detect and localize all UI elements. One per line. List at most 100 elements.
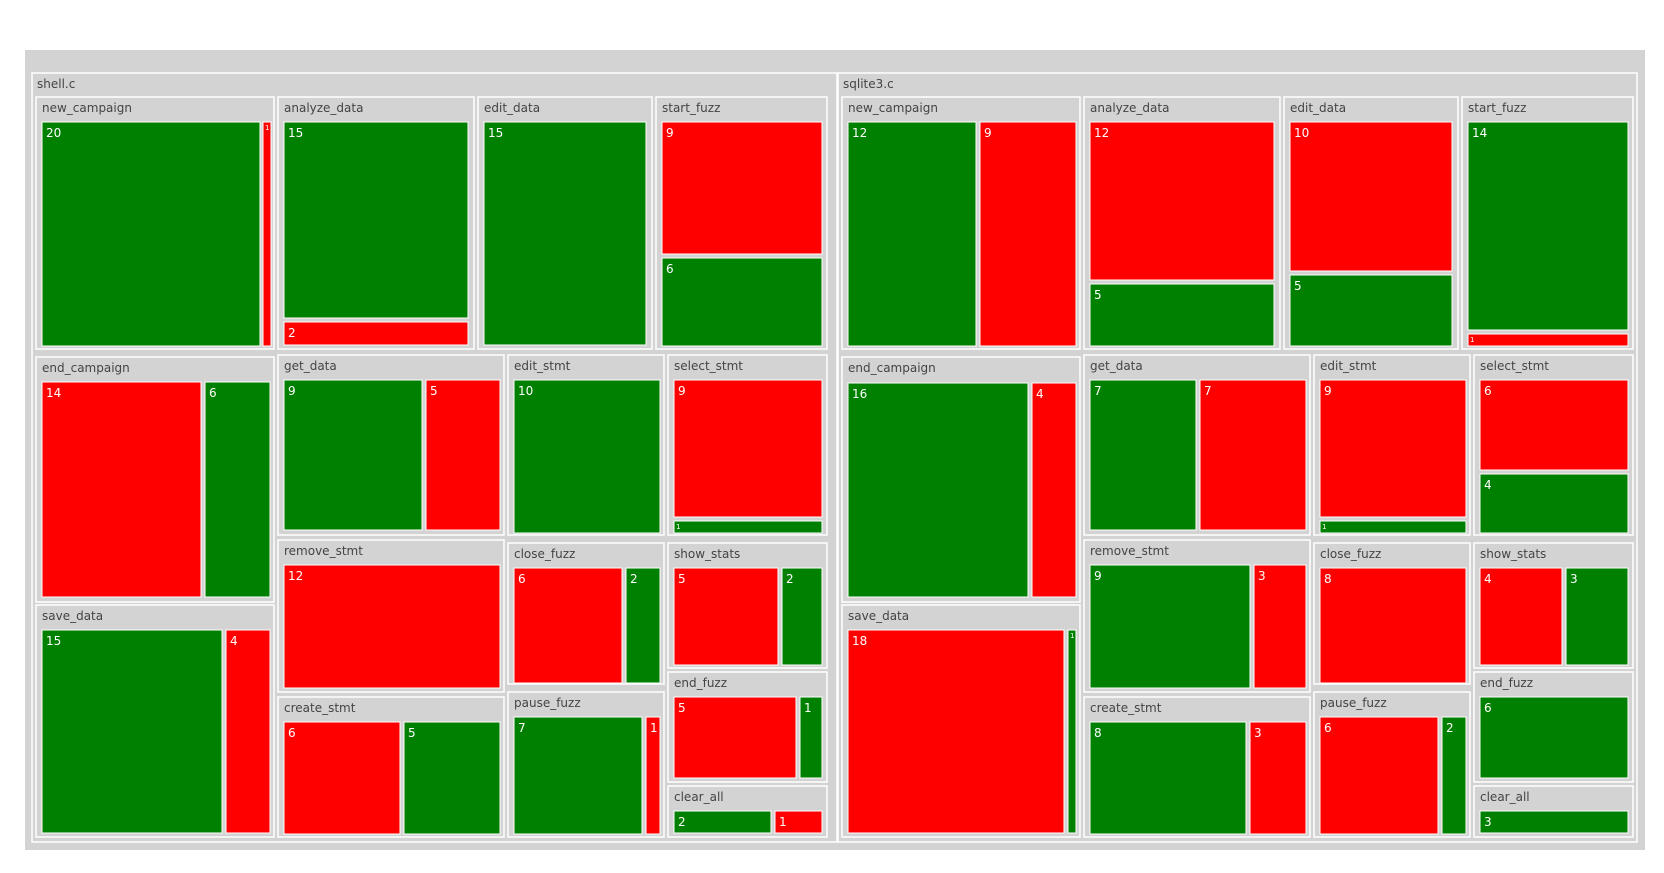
cell-value-label: 14 [1472, 126, 1487, 140]
function-label-get_data: get_data [1090, 359, 1143, 373]
function-label-pause_fuzz: pause_fuzz [1320, 696, 1387, 710]
cell-value-label: 3 [1484, 815, 1492, 829]
cell-value-label: 14 [46, 386, 61, 400]
function-label-save_data: save_data [848, 609, 909, 623]
cell-value-label: 4 [230, 634, 238, 648]
cell-fail [673, 567, 779, 666]
treemap-chart: shell.cnew_campaign20 1analyze_data152edi… [25, 50, 1645, 850]
cell-value-label: 4 [1484, 572, 1492, 586]
cell-fail [673, 379, 823, 518]
cell-value-label: 6 [1484, 384, 1492, 398]
cell-value-label: 10 [518, 384, 533, 398]
cell-value-label: 1 [1322, 523, 1326, 531]
cell-fail [425, 379, 501, 531]
cell-fail [673, 696, 797, 779]
cell-fail [41, 381, 202, 598]
cell-value-label: 10 [1294, 126, 1309, 140]
cell-value-label: 6 [1484, 701, 1492, 715]
cell-fail [1199, 379, 1307, 531]
function-label-clear_all: clear_all [674, 790, 724, 804]
cell-value-label: 15 [288, 126, 303, 140]
cell-value-label: 5 [1294, 279, 1302, 293]
cell-value-label: 3 [1254, 726, 1262, 740]
cell-pass [403, 721, 501, 835]
cell-pass [1089, 564, 1251, 689]
cell-value-label: 2 [288, 326, 296, 340]
cell-fail [513, 567, 623, 684]
cell-value-label: 18 [852, 634, 867, 648]
cell-pass [204, 381, 271, 598]
cell-value-label: 12 [852, 126, 867, 140]
cell-value-label: 8 [1094, 726, 1102, 740]
cell-value-label: 5 [678, 701, 686, 715]
cell-value-label: 9 [1324, 384, 1332, 398]
function-label-close_fuzz: close_fuzz [1320, 547, 1381, 561]
cell-value-label: 1 [676, 523, 680, 531]
function-label-edit_stmt: edit_stmt [514, 359, 571, 373]
cell-pass [283, 379, 423, 531]
cell-fail [1253, 564, 1307, 689]
cell-value-label: 1 [1070, 632, 1074, 640]
cell-value-label: 5 [408, 726, 416, 740]
cell-value-label: 6 [209, 386, 217, 400]
cell-value-label: 12 [288, 569, 303, 583]
function-label-select_stmt: select_stmt [674, 359, 743, 373]
function-label-create_stmt: create_stmt [284, 701, 356, 715]
treemap-layer: shell.cnew_campaign20 1analyze_data152edi… [31, 72, 1638, 843]
cell-pass [1467, 121, 1629, 331]
function-label-show_stats: show_stats [1480, 547, 1546, 561]
cell-value-label: 4 [1036, 387, 1044, 401]
cell-value-label: 1 [1470, 336, 1474, 344]
cell-pass [661, 257, 823, 347]
cell-fail [1319, 716, 1439, 835]
cell-value-label: 3 [1570, 572, 1578, 586]
cell-value-label: 12 [1094, 126, 1109, 140]
function-label-remove_stmt: remove_stmt [1090, 544, 1169, 558]
cell-fail [661, 121, 823, 255]
cell-fail [1319, 379, 1467, 518]
function-label-edit_data: edit_data [484, 101, 540, 115]
cell-fail [1031, 382, 1077, 598]
cell-value-label: 9 [666, 126, 674, 140]
cell-pass [1289, 274, 1453, 347]
cell-fail [1089, 121, 1275, 281]
function-label-end_campaign: end_campaign [848, 361, 936, 375]
cell-value-label: 1 [265, 124, 269, 132]
function-label-end_fuzz: end_fuzz [674, 676, 727, 690]
function-label-create_stmt: create_stmt [1090, 701, 1162, 715]
cell-pass [283, 121, 469, 319]
cell-pass [1089, 283, 1275, 347]
cell-value-label: 2 [678, 815, 686, 829]
group-label-sqlite3-c: sqlite3.c [843, 77, 894, 91]
cell-pass [1479, 696, 1629, 779]
cell-fail [1479, 379, 1629, 471]
cell-fail [847, 629, 1065, 834]
cell-pass [513, 379, 661, 534]
cell-pass [41, 629, 223, 834]
cell-fail [225, 629, 271, 834]
cell-fail [283, 321, 469, 346]
cell-pass [847, 382, 1029, 598]
cell-value-label: 9 [1094, 569, 1102, 583]
function-label-save_data: save_data [42, 609, 103, 623]
function-label-start_fuzz: start_fuzz [662, 101, 720, 115]
group-label-shell-c: shell.c [37, 77, 75, 91]
cell-fail [283, 564, 501, 689]
function-label-new_campaign: new_campaign [848, 101, 938, 115]
cell-pass [513, 716, 643, 835]
cell-value-label: 6 [1324, 721, 1332, 735]
function-label-end_campaign: end_campaign [42, 361, 130, 375]
cell-pass [673, 810, 772, 834]
cell-value-label: 9 [288, 384, 296, 398]
cell-value-label: 7 [1094, 384, 1102, 398]
cell-fail [262, 121, 272, 347]
cell-fail [1479, 567, 1563, 666]
cell-fail [283, 721, 401, 835]
cell-value-label: 7 [1204, 384, 1212, 398]
cell-value-label: 7 [518, 721, 526, 735]
cell-value-label: 2 [630, 572, 638, 586]
cell-value-label: 5 [678, 572, 686, 586]
function-label-clear_all: clear_all [1480, 790, 1530, 804]
cell-value-label: 20 [46, 126, 61, 140]
function-label-edit_stmt: edit_stmt [1320, 359, 1377, 373]
